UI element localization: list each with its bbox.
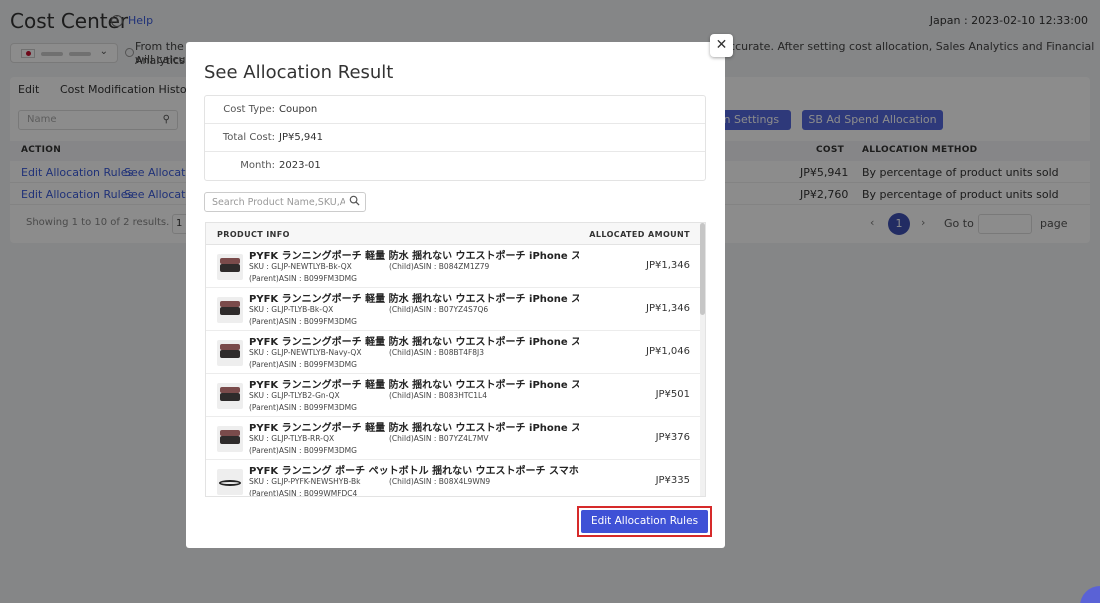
- product-child-asin: (Child)ASIN : B07YZ4S7Q6: [389, 305, 489, 314]
- allocation-rows: PYFK ランニングポーチ 軽量 防水 揺れない ウエストポーチ iPhone …: [206, 245, 702, 497]
- product-name: PYFK ランニング ポーチ ペットボトル 揺れない ウエストポーチ スマホ マ…: [249, 466, 579, 477]
- col-product-info: PRODUCT INFO: [217, 230, 290, 239]
- product-parent-asin: (Parent)ASIN : B099FM3DMG: [249, 274, 357, 283]
- product-parent-asin: (Parent)ASIN : B099FM3DMG: [249, 317, 357, 326]
- summary-row-cost-type: Cost Type: Coupon: [205, 96, 705, 124]
- allocation-result-modal: ✕ See Allocation Result Cost Type: Coupo…: [186, 34, 733, 548]
- product-sku: SKU : GLJP-PYFK-NEWSHYB-Bk: [249, 477, 361, 486]
- product-name: PYFK ランニングポーチ 軽量 防水 揺れない ウエストポーチ iPhone …: [249, 423, 579, 434]
- product-parent-asin: (Parent)ASIN : B099WMFDC4: [249, 489, 358, 497]
- product-parent-asin: (Parent)ASIN : B099FM3DMG: [249, 360, 357, 369]
- product-sku: SKU : GLJP-TLYB2-Gn-QX: [249, 391, 340, 400]
- product-sku: SKU : GLJP-NEWTLYB-Navy-QX: [249, 348, 362, 357]
- product-name: PYFK ランニングポーチ 軽量 防水 揺れない ウエストポーチ iPhone …: [249, 380, 579, 391]
- allocated-amount: JP¥376: [655, 432, 690, 443]
- product-child-asin: (Child)ASIN : B07YZ4L7MV: [389, 434, 489, 443]
- product-child-asin: (Child)ASIN : B08X4L9WN9: [389, 477, 491, 486]
- allocation-table: PRODUCT INFO ALLOCATED AMOUNT PYFK ランニング…: [205, 222, 706, 497]
- product-child-asin: (Child)ASIN : B083HTC1L4: [389, 391, 487, 400]
- product-thumbnail: [217, 469, 243, 495]
- product-parent-asin: (Parent)ASIN : B099FM3DMG: [249, 403, 357, 412]
- allocated-amount: JP¥1,046: [646, 346, 690, 357]
- allocated-amount: JP¥1,346: [646, 303, 690, 314]
- allocation-table-header: PRODUCT INFO ALLOCATED AMOUNT: [206, 223, 702, 245]
- table-row: PYFK ランニングポーチ 軽量 防水 揺れない ウエストポーチ iPhone …: [206, 417, 702, 460]
- scrollbar-thumb[interactable]: [700, 223, 705, 315]
- product-name: PYFK ランニングポーチ 軽量 防水 揺れない ウエストポーチ iPhone …: [249, 337, 579, 348]
- product-sku: SKU : GLJP-TLYB-RR-QX: [249, 434, 335, 443]
- edit-allocation-rules-button[interactable]: Edit Allocation Rules: [581, 510, 708, 533]
- product-parent-asin: (Parent)ASIN : B099FM3DMG: [249, 446, 357, 455]
- allocation-summary: Cost Type: Coupon Total Cost: JP¥5,941 M…: [204, 95, 706, 181]
- product-thumbnail: [217, 383, 243, 409]
- product-thumbnail: [217, 297, 243, 323]
- table-row: PYFK ランニングポーチ 軽量 防水 揺れない ウエストポーチ iPhone …: [206, 331, 702, 374]
- allocated-amount: JP¥335: [655, 475, 690, 486]
- col-allocated-amount: ALLOCATED AMOUNT: [589, 230, 690, 239]
- product-thumbnail: [217, 254, 243, 280]
- product-search-box: [204, 192, 366, 212]
- table-row: PYFK ランニングポーチ 軽量 防水 揺れない ウエストポーチ iPhone …: [206, 374, 702, 417]
- close-button[interactable]: ✕: [710, 34, 733, 57]
- allocated-amount: JP¥1,346: [646, 260, 690, 271]
- product-search-input[interactable]: [205, 193, 345, 211]
- table-row: PYFK ランニングポーチ 軽量 防水 揺れない ウエストポーチ iPhone …: [206, 288, 702, 331]
- summary-row-month: Month: 2023-01: [240, 160, 321, 171]
- allocated-amount: JP¥501: [655, 389, 690, 400]
- product-child-asin: (Child)ASIN : B084ZM1Z79: [389, 262, 490, 271]
- search-icon[interactable]: [349, 195, 360, 206]
- scrollbar-track[interactable]: [700, 223, 705, 496]
- product-thumbnail: [217, 426, 243, 452]
- table-row: PYFK ランニングポーチ 軽量 防水 揺れない ウエストポーチ iPhone …: [206, 245, 702, 288]
- product-thumbnail: [217, 340, 243, 366]
- product-name: PYFK ランニングポーチ 軽量 防水 揺れない ウエストポーチ iPhone …: [249, 294, 579, 305]
- summary-row-total-cost: Total Cost: JP¥5,941: [205, 124, 705, 152]
- product-sku: SKU : GLJP-TLYB-Bk-QX: [249, 305, 334, 314]
- modal-title: See Allocation Result: [204, 62, 394, 83]
- table-row: PYFK ランニング ポーチ ペットボトル 揺れない ウエストポーチ スマホ マ…: [206, 460, 702, 497]
- product-sku: SKU : GLJP-NEWTLYB-Bk-QX: [249, 262, 352, 271]
- product-name: PYFK ランニングポーチ 軽量 防水 揺れない ウエストポーチ iPhone …: [249, 251, 579, 262]
- product-child-asin: (Child)ASIN : B08BT4F8J3: [389, 348, 485, 357]
